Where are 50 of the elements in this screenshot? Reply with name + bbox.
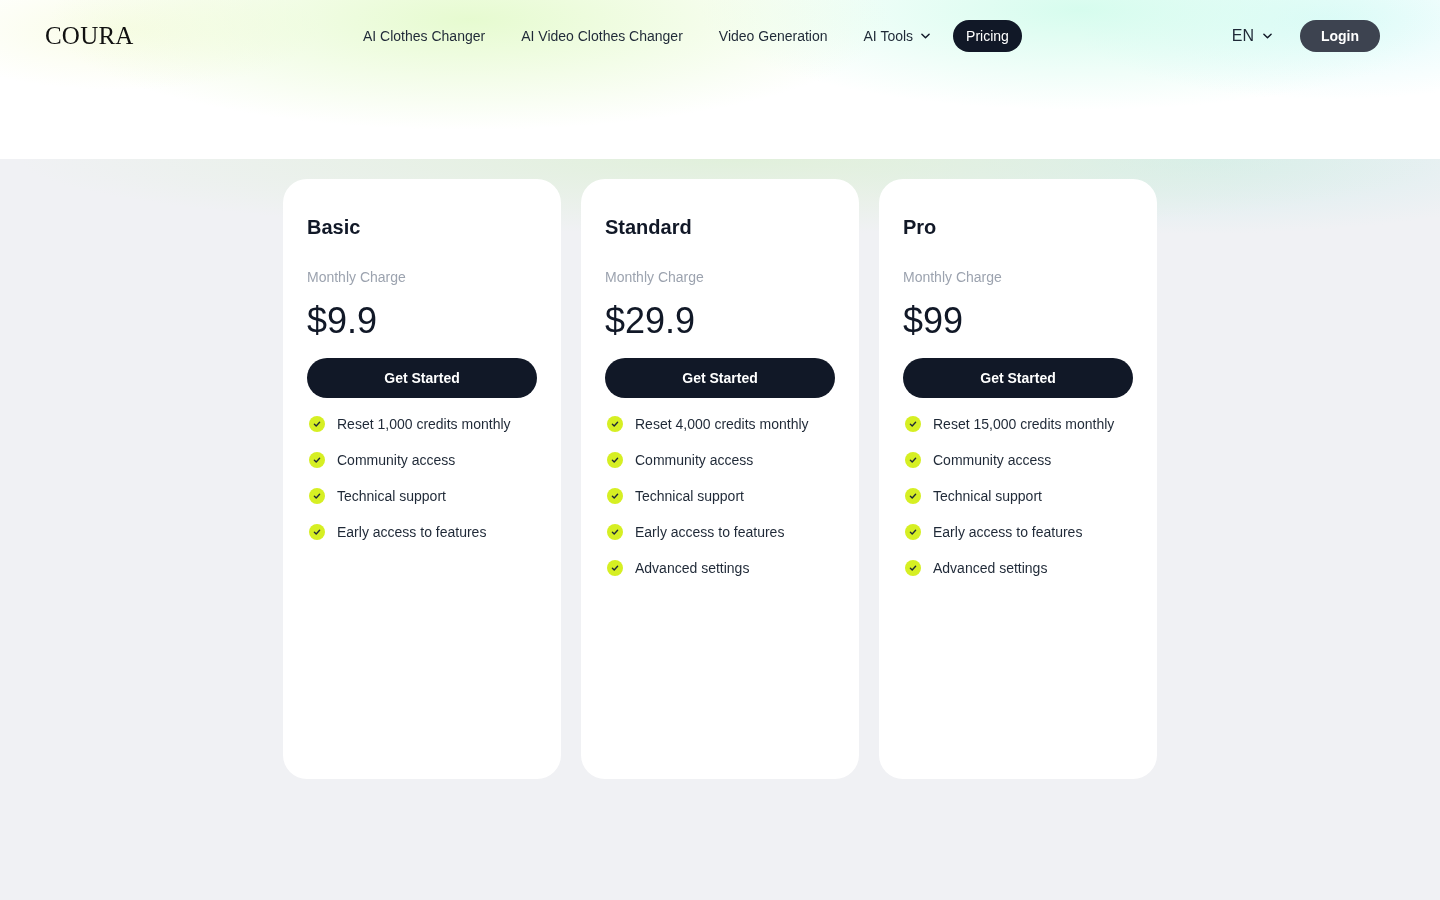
nav-link[interactable]: AI Clothes Changer <box>350 20 499 52</box>
plan-period: Monthly Charge <box>903 268 1002 287</box>
check-icon <box>905 560 921 576</box>
check-icon <box>607 560 623 576</box>
check-icon <box>905 524 921 540</box>
plan-period: Monthly Charge <box>605 268 704 287</box>
feature-text: Reset 1,000 credits monthly <box>337 415 511 434</box>
feature-text: Early access to features <box>635 523 785 542</box>
check-icon <box>607 488 623 504</box>
feature-text: Advanced settings <box>635 559 750 578</box>
check-icon <box>309 416 325 432</box>
nav-link[interactable]: AI Video Clothes Changer <box>508 20 696 52</box>
nav-link[interactable]: Pricing <box>953 20 1022 52</box>
check-icon <box>905 416 921 432</box>
plan-price: $99 <box>903 301 964 341</box>
feature-text: Community access <box>635 451 754 470</box>
feature-text: Community access <box>337 451 456 470</box>
feature-text: Technical support <box>635 487 744 506</box>
feature-text: Technical support <box>933 487 1042 506</box>
check-icon <box>905 488 921 504</box>
feature-text: Community access <box>933 451 1052 470</box>
feature-text: Reset 4,000 credits monthly <box>635 415 809 434</box>
logo[interactable]: COURA <box>45 20 134 52</box>
check-icon <box>309 452 325 468</box>
check-icon <box>607 416 623 432</box>
feature-text: Early access to features <box>933 523 1083 542</box>
check-icon <box>905 452 921 468</box>
plan-period: Monthly Charge <box>307 268 406 287</box>
plan-price: $9.9 <box>307 301 378 341</box>
chevron-down-icon <box>921 33 931 39</box>
feature-text: Reset 15,000 credits monthly <box>933 415 1115 434</box>
language-selector[interactable]: EN <box>1231 20 1272 52</box>
login-button[interactable]: Login <box>1300 20 1380 52</box>
check-icon <box>309 488 325 504</box>
feature-text: Early access to features <box>337 523 487 542</box>
plan-name: Standard <box>605 215 692 240</box>
check-icon <box>607 452 623 468</box>
get-started-button[interactable]: Get Started <box>903 358 1133 398</box>
get-started-button[interactable]: Get Started <box>605 358 835 398</box>
chevron-down-icon <box>1263 33 1272 39</box>
feature-text: Advanced settings <box>933 559 1048 578</box>
get-started-button[interactable]: Get Started <box>307 358 537 398</box>
plan-name: Pro <box>903 215 937 240</box>
plan-price: $29.9 <box>605 301 696 341</box>
check-icon <box>309 524 325 540</box>
nav-link[interactable]: Video Generation <box>705 20 841 52</box>
plan-name: Basic <box>307 215 361 240</box>
feature-text: Technical support <box>337 487 446 506</box>
check-icon <box>607 524 623 540</box>
nav-dropdown[interactable]: AI Tools <box>850 20 944 52</box>
